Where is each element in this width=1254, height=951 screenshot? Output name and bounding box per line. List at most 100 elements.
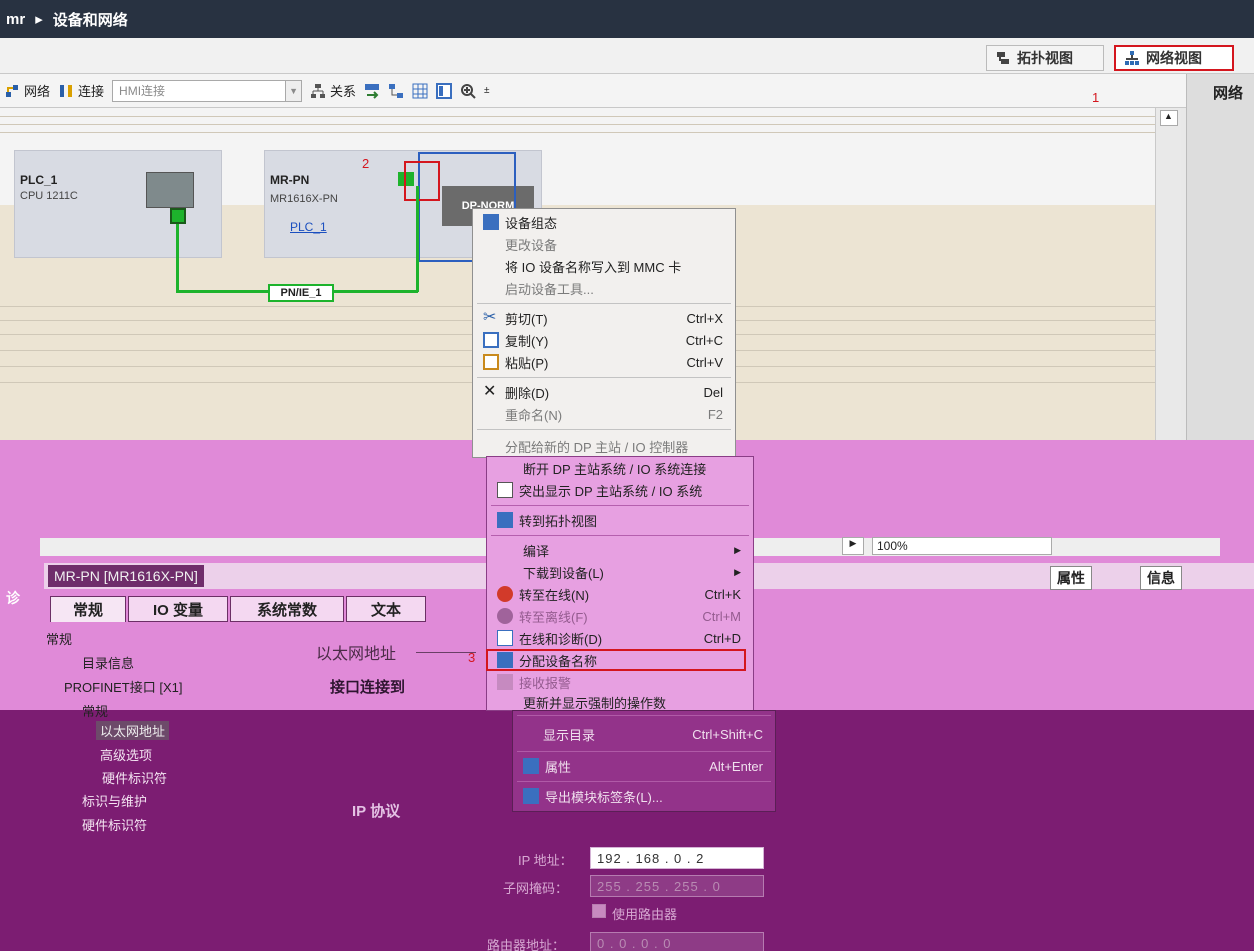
- annotation-number-1: 1: [1092, 90, 1100, 105]
- network-mode-icon: [6, 84, 18, 97]
- menu-item-export-labels[interactable]: 导出模块标签条(L)...: [513, 785, 775, 807]
- relation-button[interactable]: 关系: [310, 81, 356, 100]
- hmi-connection-value: HMI连接: [119, 84, 166, 98]
- device-config-icon: [483, 214, 499, 230]
- context-menu-continued: 断开 DP 主站系统 / IO 系统连接 突出显示 DP 主站系统 / IO 系…: [486, 456, 754, 711]
- zoom-next-icon[interactable]: ▶: [842, 537, 864, 555]
- zoom-dropdown-icon[interactable]: ±: [484, 85, 490, 96]
- paste-icon: [483, 354, 499, 370]
- connection-mode-label: 连接: [78, 84, 105, 99]
- subnet-mask-field[interactable]: 255 . 255 . 255 . 0: [590, 875, 764, 897]
- network-line[interactable]: [176, 290, 270, 293]
- network-line[interactable]: [334, 290, 418, 293]
- title-bar: mr ▸ 设备和网络: [0, 0, 1254, 38]
- menu-item-disconnect-system[interactable]: 断开 DP 主站系统 / IO 系统连接: [487, 457, 753, 479]
- interface-connected-to-title: 接口连接到: [330, 679, 406, 696]
- menu-item-receive-alarms[interactable]: 接收报警: [487, 671, 753, 693]
- relation-icon: [311, 83, 326, 98]
- nav-hardware-id-2[interactable]: 硬件标识符: [82, 815, 147, 834]
- zoom-level-select[interactable]: 100%: [872, 537, 1052, 555]
- network-mode-button[interactable]: 网络: [4, 81, 50, 100]
- menu-item-assign-master[interactable]: 分配给新的 DP 主站 / IO 控制器: [473, 435, 735, 457]
- properties-icon: [523, 758, 539, 774]
- page-title: 设备和网络: [52, 11, 128, 29]
- menu-item-show-catalog[interactable]: 显示目录 Ctrl+Shift+C: [513, 723, 775, 745]
- menu-item-device-config[interactable]: 设备组态: [473, 211, 735, 233]
- grid-icon[interactable]: [412, 83, 428, 99]
- view-tabs-bar: 拓扑视图 网络视图: [0, 38, 1254, 74]
- menu-item-download[interactable]: 下载到设备(L) ▶: [487, 561, 753, 583]
- assign-name-toolbar-icon[interactable]: [364, 83, 380, 99]
- menu-item-write-mmc[interactable]: 将 IO 设备名称写入到 MMC 卡: [473, 255, 735, 277]
- nav-general-2[interactable]: 常规: [82, 701, 108, 720]
- diagnostics-tab[interactable]: 诊: [6, 588, 20, 608]
- submenu-arrow-icon: ▶: [734, 544, 741, 555]
- copy-icon: [483, 332, 499, 348]
- property-navigation-tree: 常规 目录信息 PROFINET接口 [X1] 常规 以太网地址 高级选项 硬件…: [40, 625, 300, 951]
- alarm-icon: [497, 674, 513, 690]
- scroll-up-icon[interactable]: ▲: [1159, 110, 1178, 126]
- connection-mode-button[interactable]: 连接: [58, 81, 104, 100]
- nav-ethernet-address[interactable]: 以太网地址: [96, 721, 170, 740]
- network-view-tab[interactable]: 网络视图: [1114, 45, 1234, 71]
- canvas-grid-line: [0, 116, 1180, 117]
- info-button[interactable]: 信息: [1140, 566, 1182, 590]
- pn-ie-network-label[interactable]: PN/IE_1: [268, 284, 334, 302]
- menu-item-highlight-system[interactable]: 突出显示 DP 主站系统 / IO 系统: [487, 479, 753, 501]
- menu-item-properties[interactable]: 属性 Alt+Enter: [513, 755, 775, 777]
- submenu-arrow-icon: ▶: [734, 566, 741, 577]
- plc-device-name: PLC_1: [20, 173, 58, 187]
- ip-address-field[interactable]: 192 . 168 . 0 . 2: [590, 847, 764, 869]
- topology-view-tab[interactable]: 拓扑视图: [986, 45, 1104, 71]
- menu-item-cut[interactable]: ✂ 剪切(T) Ctrl+X: [473, 307, 735, 329]
- mr-pn-controller-link[interactable]: PLC_1: [290, 220, 327, 234]
- menu-item-delete[interactable]: ✕ 删除(D) Del: [473, 381, 735, 403]
- project-name: mr: [6, 10, 26, 28]
- tab-general[interactable]: 常规: [50, 596, 126, 622]
- use-router-checkbox[interactable]: [592, 904, 606, 918]
- network-panel-title: 网络: [1213, 85, 1244, 102]
- go-online-icon: [497, 586, 513, 602]
- nav-profinet-interface[interactable]: PROFINET接口 [X1]: [64, 677, 182, 696]
- ip-protocol-title: IP 协议: [352, 803, 401, 820]
- plc-profinet-port[interactable]: [170, 208, 186, 224]
- nav-catalog-info[interactable]: 目录信息: [82, 653, 134, 672]
- highlight-icon: [497, 482, 513, 498]
- properties-button[interactable]: 属性: [1050, 566, 1092, 590]
- network-icon: [1125, 51, 1139, 65]
- menu-item-start-device-tool[interactable]: 启动设备工具...: [473, 277, 735, 299]
- nav-identification[interactable]: 标识与维护: [82, 791, 147, 810]
- nav-advanced-options[interactable]: 高级选项: [100, 745, 152, 764]
- menu-item-rename[interactable]: 重命名(N) F2: [473, 403, 735, 425]
- network-mode-label: 网络: [24, 84, 51, 99]
- chevron-down-icon[interactable]: ▼: [285, 80, 302, 101]
- menu-item-go-online[interactable]: 转至在线(N) Ctrl+K: [487, 583, 753, 605]
- network-line[interactable]: [176, 224, 179, 292]
- tab-io-tags[interactable]: IO 变量: [128, 596, 228, 622]
- nav-hardware-id[interactable]: 硬件标识符: [102, 768, 167, 787]
- context-menu-bottom: 显示目录 Ctrl+Shift+C 属性 Alt+Enter 导出模块标签条(L).…: [512, 710, 776, 812]
- menu-item-paste[interactable]: 粘贴(P) Ctrl+V: [473, 351, 735, 373]
- network-line[interactable]: [416, 186, 419, 292]
- export-icon: [523, 788, 539, 804]
- canvas-grid-line: [0, 124, 1180, 125]
- menu-item-change-device[interactable]: 更改设备: [473, 233, 735, 255]
- section-divider: [416, 652, 476, 653]
- menu-item-go-topology[interactable]: 转到拓扑视图: [487, 509, 753, 531]
- hmi-connection-select[interactable]: HMI连接 ▼: [112, 79, 303, 102]
- menu-item-online-diagnostics[interactable]: 在线和诊断(D) Ctrl+D: [487, 627, 753, 649]
- topology-toolbar-icon[interactable]: [388, 83, 404, 99]
- table-view-icon[interactable]: [436, 82, 453, 99]
- tab-system-constants[interactable]: 系统常数: [230, 596, 344, 622]
- zoom-level-value: 100%: [877, 539, 908, 553]
- context-menu: 设备组态 更改设备 将 IO 设备名称写入到 MMC 卡 启动设备工具... ✂…: [472, 208, 736, 458]
- menu-item-compile[interactable]: 编译 ▶: [487, 539, 753, 561]
- use-router-label: 使用路由器: [612, 907, 678, 922]
- zoom-in-icon[interactable]: [460, 83, 476, 99]
- router-address-field[interactable]: 0 . 0 . 0 . 0: [590, 932, 764, 951]
- nav-general[interactable]: 常规: [46, 629, 72, 648]
- plc-device-type: CPU 1211C: [20, 190, 78, 202]
- menu-item-copy[interactable]: 复制(Y) Ctrl+C: [473, 329, 735, 351]
- tab-texts[interactable]: 文本: [346, 596, 426, 622]
- menu-item-go-offline[interactable]: 转至离线(F) Ctrl+M: [487, 605, 753, 627]
